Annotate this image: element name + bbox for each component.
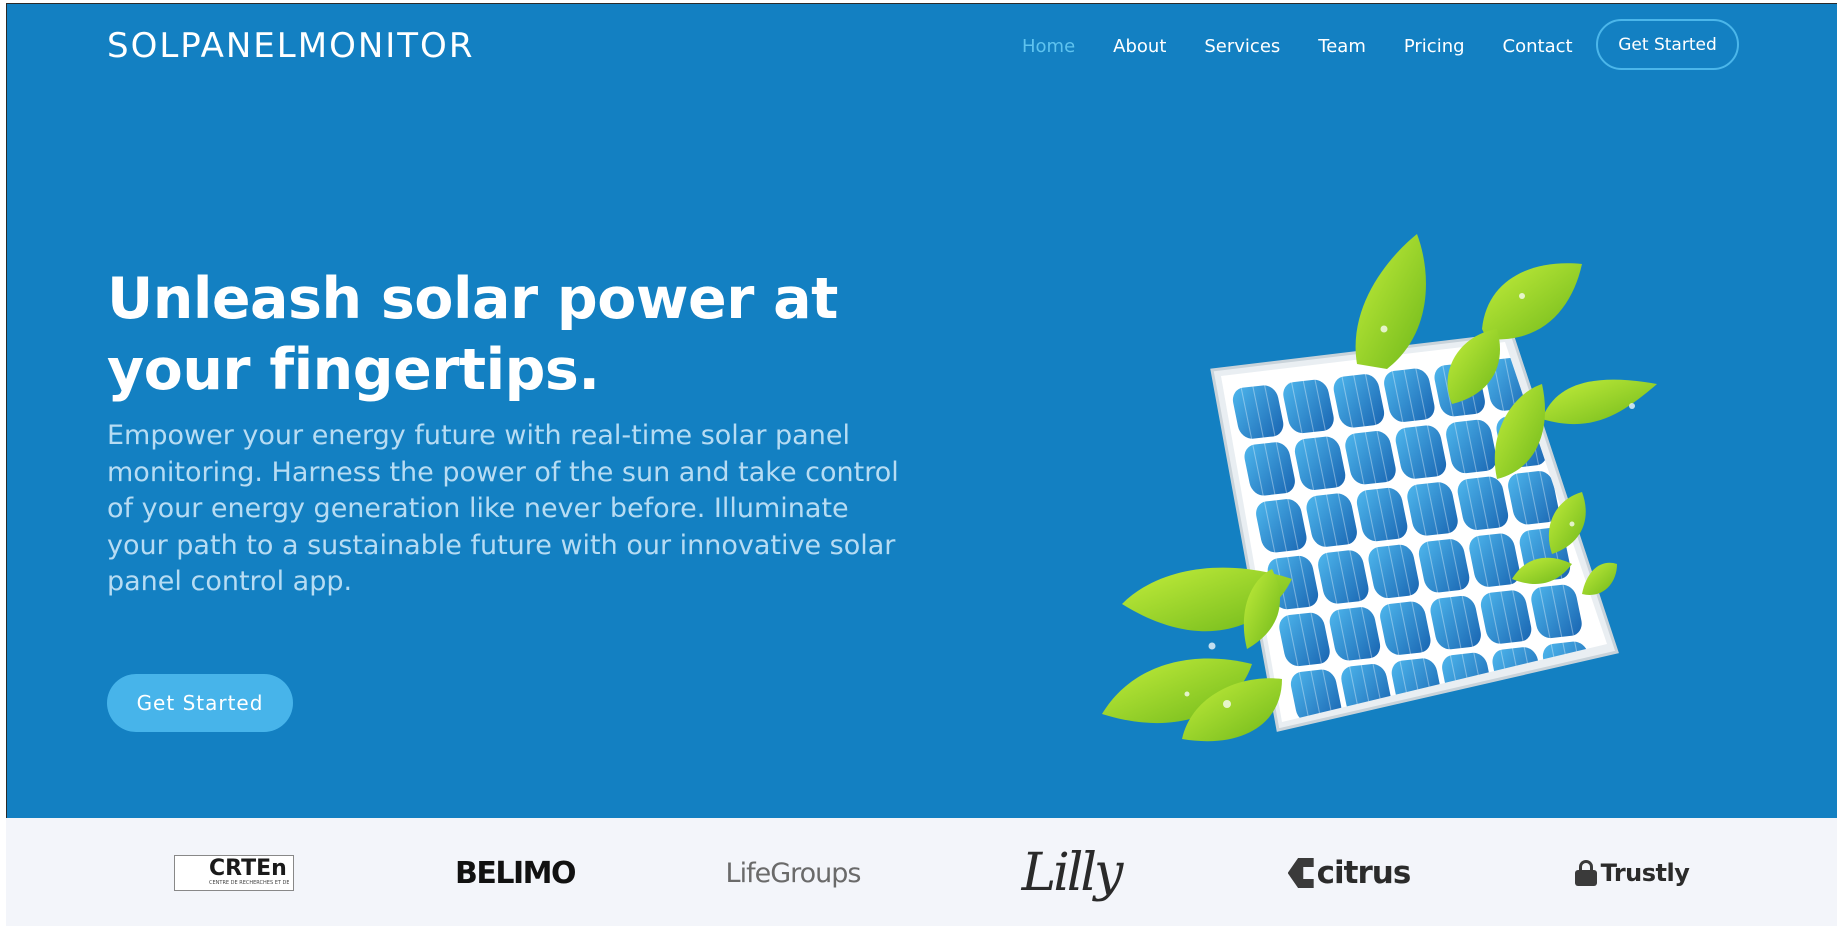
nav-item-about[interactable]: About [1113, 36, 1166, 57]
trustly-logo-text: Trustly [1600, 859, 1690, 887]
hero-headline: Unleash solar power at your fingertips. [107, 266, 838, 403]
header-get-started-button[interactable]: Get Started [1596, 19, 1739, 70]
nav-item-team[interactable]: Team [1318, 36, 1366, 57]
belimo-logo-text: BELIMO [455, 855, 577, 891]
client-logo-trustly: Trustly [1562, 840, 1702, 906]
main-nav: Home About Services Team Pricing Contact [1022, 31, 1611, 61]
crten-logo-box: CRTEn CENTRE DE RECHERCHES ET DES TECHNO… [174, 855, 294, 891]
hero-get-started-button[interactable]: Get Started [107, 674, 293, 732]
client-logo-lilly: Lilly [1006, 840, 1136, 906]
nav-item-services[interactable]: Services [1204, 36, 1280, 57]
client-logo-lifegroups: LifeGroups [725, 840, 862, 906]
nav-item-contact[interactable]: Contact [1503, 36, 1573, 57]
nav-item-pricing[interactable]: Pricing [1404, 36, 1465, 57]
nav-item-home[interactable]: Home [1022, 36, 1075, 57]
client-logo-crten: CRTEn CENTRE DE RECHERCHES ET DES TECHNO… [174, 840, 294, 906]
crten-logo-subtitle: CENTRE DE RECHERCHES ET DES TECHNOLOGIES… [209, 880, 289, 886]
site-logo[interactable]: SOLPANELMONITOR [107, 26, 474, 66]
lock-icon [1574, 860, 1597, 886]
crten-logo-text: CRTEn [209, 856, 287, 881]
client-logo-belimo: BELIMO [450, 840, 580, 906]
hero-section: SOLPANELMONITOR Home About Services Team… [6, 3, 1837, 818]
page: SOLPANELMONITOR Home About Services Team… [0, 0, 1837, 926]
citrus-logo-text: citrus [1316, 855, 1412, 891]
lilly-logo-text: Lilly [1021, 843, 1124, 903]
solar-panel-with-leaves-illustration [1102, 234, 1657, 742]
clients-strip: CRTEn CENTRE DE RECHERCHES ET DES TECHNO… [6, 818, 1837, 926]
hero-subtext: Empower your energy future with real-tim… [107, 420, 899, 597]
client-logo-citrus: citrus [1284, 840, 1414, 906]
citrus-mark-icon [1287, 858, 1314, 888]
lifegroups-logo-text: LifeGroups [725, 857, 862, 889]
